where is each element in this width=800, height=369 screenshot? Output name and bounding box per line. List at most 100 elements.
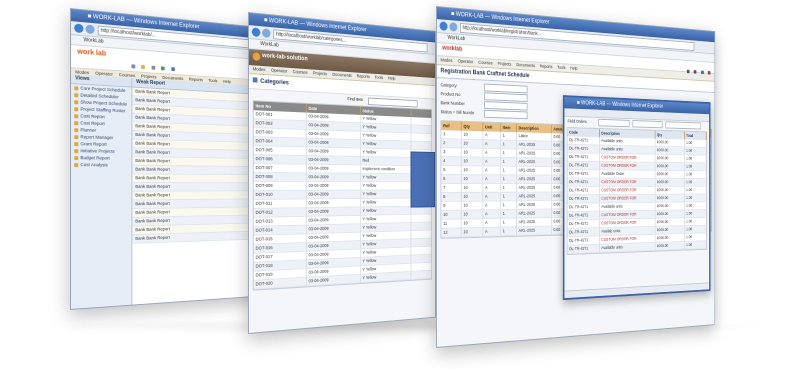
tab-label[interactable]: WorkLab bbox=[448, 35, 466, 42]
back-icon[interactable] bbox=[439, 21, 448, 31]
form-input[interactable] bbox=[484, 109, 528, 120]
menu-item[interactable]: Reports bbox=[540, 64, 553, 70]
app-logo: work-lab-solution bbox=[262, 53, 308, 63]
menu-item[interactable]: Help bbox=[388, 76, 395, 81]
popup-cell: Available units bbox=[599, 145, 656, 154]
menu-item[interactable]: Tools bbox=[375, 75, 384, 80]
popup-filter-input[interactable] bbox=[598, 118, 630, 128]
menu-item[interactable]: Operator bbox=[458, 58, 473, 64]
grid-cell: 10 bbox=[441, 210, 462, 219]
nav-icons bbox=[686, 63, 712, 80]
popup-status-bar bbox=[564, 282, 710, 299]
popup-cell: 1.00 bbox=[684, 209, 707, 218]
menu-item[interactable]: Documents bbox=[516, 62, 535, 68]
table-cell: DOT-012 bbox=[253, 208, 307, 217]
table-cell: Y Yellow bbox=[360, 131, 412, 141]
sidebar-item-label: Cost Analysis bbox=[80, 162, 108, 168]
print-icon[interactable] bbox=[151, 65, 156, 70]
forward-icon[interactable] bbox=[449, 22, 458, 32]
grid-cell: 9 bbox=[441, 201, 462, 210]
grid-cell: 2 bbox=[441, 139, 462, 148]
grid-cell: ARL-2025 bbox=[516, 217, 552, 227]
table-cell: Y Yellow bbox=[360, 206, 412, 215]
menu-item[interactable]: Tools bbox=[557, 65, 565, 70]
popup-filter-input-3[interactable] bbox=[665, 121, 702, 130]
grid-cell: 1 bbox=[441, 130, 462, 139]
forward-icon[interactable] bbox=[262, 28, 271, 38]
popup-table: Code Description Qty Total DL-TR-4271 Availa… bbox=[566, 127, 708, 256]
menu-item[interactable]: Courses bbox=[293, 69, 308, 75]
screenshot-stage: ■ WORK-LAB — Windows Internet Explorer h… bbox=[0, 0, 800, 369]
menu-item[interactable]: Projects bbox=[498, 61, 512, 67]
table-cell: Implement condition bbox=[360, 165, 412, 174]
table-cell: Y Yellow bbox=[360, 173, 412, 182]
sidebar-item-label: Initiative Projects bbox=[80, 148, 115, 154]
popup-cell: 1000.00 bbox=[655, 138, 685, 147]
tab-label[interactable]: WorkLab bbox=[83, 37, 103, 45]
next-nav-icon[interactable] bbox=[693, 69, 697, 74]
popup-cell: 1.00 bbox=[684, 194, 707, 202]
back-icon[interactable] bbox=[251, 27, 261, 38]
back-nav-icon[interactable] bbox=[686, 69, 690, 74]
home-icon[interactable] bbox=[131, 64, 136, 69]
sidebar-item-label: Report Manager bbox=[80, 134, 114, 141]
tab-label[interactable]: WorkLab bbox=[260, 41, 278, 48]
close-icon[interactable] bbox=[707, 70, 711, 75]
popup-row[interactable]: DL-TR-4271 CUSTOM ORDER FOR 1000.00 1.00 bbox=[567, 178, 707, 187]
save-icon[interactable] bbox=[700, 70, 704, 74]
logo-icon bbox=[252, 52, 261, 61]
menu-item[interactable]: Help bbox=[570, 66, 577, 71]
popup-cell: DL-TR-4271 bbox=[567, 178, 600, 186]
grid-cell: 1 bbox=[501, 157, 517, 166]
search-input[interactable] bbox=[368, 97, 418, 108]
grid-cell: ARL-2025 bbox=[516, 192, 552, 201]
grid-cell: ARL-2025 bbox=[516, 175, 552, 184]
popup-filter-label: Field Orders bbox=[567, 118, 587, 124]
back-icon[interactable] bbox=[74, 23, 84, 34]
popup-cell: CUSTOM ORDER FOR bbox=[599, 178, 656, 186]
window-categories: ■ WORK-LAB — Windows Internet Explorer h… bbox=[248, 12, 436, 334]
popup-cell: 1000.00 bbox=[655, 241, 685, 250]
table-row[interactable]: DOT-008 03-04-2009 Y Yellow bbox=[253, 173, 432, 183]
grid-cell: 10 bbox=[461, 175, 484, 184]
grid-cell: 10 bbox=[461, 227, 484, 237]
grid-cell: 1 bbox=[501, 209, 517, 218]
main-panel: Weak Report Bank Bank Report Bank Bank Re… bbox=[132, 77, 266, 305]
popup-cell: 1.00 bbox=[684, 202, 707, 210]
grid-cell: A bbox=[483, 227, 502, 236]
popup-cell: CUSTOM ORDER FOR bbox=[599, 153, 656, 162]
menu-item[interactable]: Modes bbox=[253, 66, 266, 72]
popup-cell: 1.00 bbox=[684, 139, 707, 147]
sidebar-item-label: Budget Report bbox=[80, 155, 110, 161]
folder-icon[interactable] bbox=[141, 64, 146, 69]
popup-filter-input-2[interactable] bbox=[632, 120, 663, 129]
folder-icon bbox=[74, 100, 79, 105]
help-icon[interactable] bbox=[171, 66, 175, 71]
table-cell: 03-04-2009 bbox=[306, 156, 361, 165]
grid-cell: 10 bbox=[461, 201, 484, 210]
menu-item[interactable]: Reports bbox=[357, 74, 370, 80]
grid-cell: 7 bbox=[441, 184, 462, 192]
menu-item[interactable]: Modes bbox=[440, 57, 452, 63]
menu-item[interactable]: Courses bbox=[478, 60, 492, 66]
popup-cell: 1.00 bbox=[684, 170, 707, 179]
popup-cell: 1000.00 bbox=[655, 226, 685, 234]
popup-cell: 1000.00 bbox=[655, 162, 685, 171]
menu-item[interactable]: Operator bbox=[271, 68, 287, 74]
menu-item[interactable]: Documents bbox=[332, 72, 351, 78]
column-header[interactable]: Item bbox=[501, 123, 517, 133]
table-cell: 03-04-2009 bbox=[306, 147, 361, 157]
popup-cell: 1.00 bbox=[684, 241, 707, 249]
grid-cell: 11 bbox=[441, 219, 462, 228]
table-cell: Y Yellow bbox=[360, 140, 412, 149]
folder-icon bbox=[74, 120, 79, 126]
list-item[interactable]: Bank Bank Report bbox=[132, 174, 266, 184]
toolbar-icons bbox=[131, 58, 176, 78]
menu-item[interactable]: Projects bbox=[313, 70, 327, 76]
popup-cell: DL-TR-4271 bbox=[567, 136, 600, 145]
grid-cell: 10 bbox=[461, 219, 484, 228]
forward-icon[interactable] bbox=[85, 24, 95, 35]
sidebar-item[interactable]: Cost Analysis bbox=[71, 161, 131, 169]
mail-icon[interactable] bbox=[161, 66, 166, 71]
popup-cell: 1000.00 bbox=[655, 146, 685, 155]
